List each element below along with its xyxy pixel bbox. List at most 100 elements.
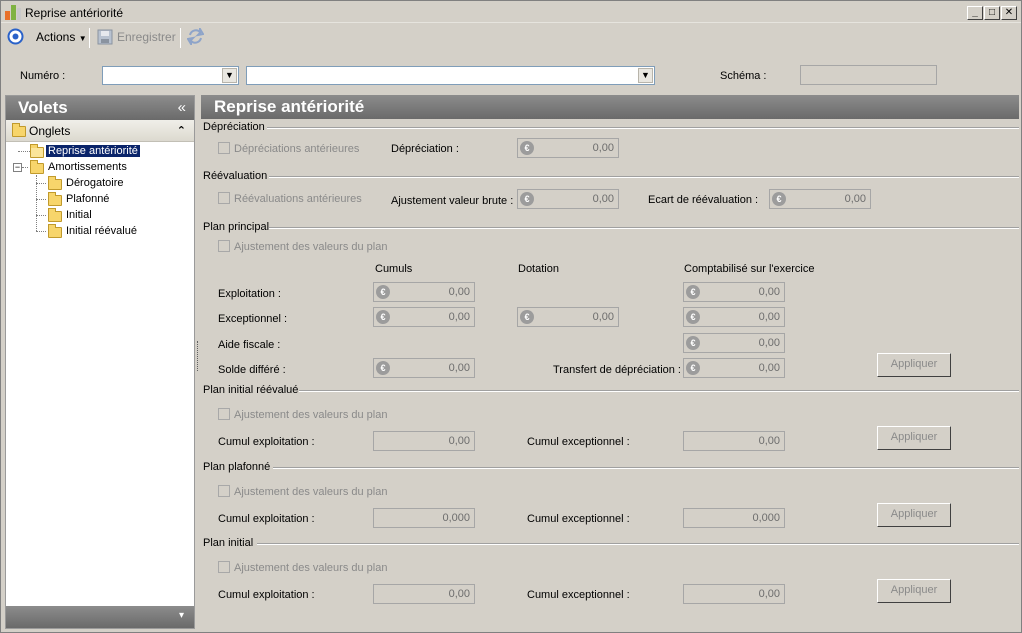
plan-initial-ajustement-label: Ajustement des valeurs du plan xyxy=(234,562,388,574)
depreciation-label: Dépréciation : xyxy=(391,143,459,155)
tree-item-initial-reevalue[interactable]: Initial réévalué xyxy=(66,225,137,237)
aide-fiscale-field[interactable]: € 0,00 xyxy=(683,333,785,353)
panel-splitter[interactable] xyxy=(197,341,199,371)
save-button[interactable]: Enregistrer xyxy=(117,30,176,44)
window-title: Reprise antériorité xyxy=(25,6,124,20)
folder-icon xyxy=(48,176,62,190)
chevron-down-icon[interactable]: ▼ xyxy=(638,68,653,83)
title-bar[interactable]: Reprise antériorité _ □ ✕ xyxy=(1,1,1021,23)
plan-initial-ajustement-checkbox[interactable] xyxy=(218,561,230,573)
refresh-icon[interactable] xyxy=(187,28,204,45)
euro-icon: € xyxy=(376,285,390,299)
onglets-bar[interactable]: Onglets ⌃ xyxy=(6,120,194,142)
tree-line xyxy=(36,199,46,200)
depreciation-amount-field[interactable]: € 0,00 xyxy=(517,138,619,158)
numero-combo[interactable]: ▼ xyxy=(102,66,239,85)
exceptionnel-label: Exceptionnel : xyxy=(218,313,288,325)
exceptionnel-comptabilise-field[interactable]: € 0,00 xyxy=(683,307,785,327)
page-title: Reprise antériorité xyxy=(214,97,365,116)
apply-button-plan-initial[interactable]: Appliquer xyxy=(877,579,951,603)
volets-panel: Volets « Onglets ⌃ Reprise antériorité −… xyxy=(5,95,195,629)
section-divider xyxy=(257,543,1019,545)
apply-button-plan-initial-reevalue[interactable]: Appliquer xyxy=(877,426,951,450)
plan-plafonne-cumul-exploitation-field[interactable]: 0,000 xyxy=(373,508,475,528)
cumul-exceptionnel-label: Cumul exceptionnel : xyxy=(527,436,630,448)
euro-icon: € xyxy=(376,310,390,324)
folder-icon xyxy=(48,224,62,238)
plan-principal-ajustement-label: Ajustement des valeurs du plan xyxy=(234,241,388,253)
solde-differe-label: Solde différé : xyxy=(218,364,286,376)
minimize-button[interactable]: _ xyxy=(967,6,983,20)
euro-icon: € xyxy=(772,192,786,206)
actions-menu-button[interactable]: Actions ▼ xyxy=(36,30,87,44)
volets-footer[interactable]: ▾ xyxy=(6,606,194,628)
plan-initial-cumul-exploitation-field[interactable]: 0,00 xyxy=(373,584,475,604)
plan-initial-cumul-exceptionnel-field[interactable]: 0,00 xyxy=(683,584,785,604)
euro-icon: € xyxy=(686,361,700,375)
solde-differe-cumul-field[interactable]: € 0,00 xyxy=(373,358,475,378)
exceptionnel-cumul-field[interactable]: € 0,00 xyxy=(373,307,475,327)
reevaluations-anterieures-checkbox[interactable] xyxy=(218,192,230,204)
ecart-reevaluation-label: Ecart de réévaluation : xyxy=(648,194,759,206)
folder-icon xyxy=(12,123,26,137)
euro-icon: € xyxy=(520,141,534,155)
toolbar-separator xyxy=(180,28,181,48)
section-divider xyxy=(273,467,1019,469)
tree-line xyxy=(36,231,46,232)
plan-principal-ajustement-checkbox[interactable] xyxy=(218,240,230,252)
euro-icon: € xyxy=(520,192,534,206)
toolbar-separator xyxy=(89,28,90,48)
numero-description-combo[interactable]: ▼ xyxy=(246,66,655,85)
collapse-left-icon[interactable]: « xyxy=(178,99,186,116)
aide-fiscale-label: Aide fiscale : xyxy=(218,339,281,351)
ajustement-valeur-brute-field[interactable]: € 0,00 xyxy=(517,189,619,209)
plan-initial-reevalue-ajustement-checkbox[interactable] xyxy=(218,408,230,420)
plan-initial-reevalue-cumul-exceptionnel-field[interactable]: 0,00 xyxy=(683,431,785,451)
folder-icon xyxy=(48,192,62,206)
schema-label: Schéma : xyxy=(720,70,767,82)
exploitation-cumul-field[interactable]: € 0,00 xyxy=(373,282,475,302)
numero-label: Numéro : xyxy=(20,70,66,82)
column-header-dotation: Dotation xyxy=(518,263,559,275)
section-title-plan-plafonne: Plan plafonné xyxy=(203,461,271,473)
transfert-depreciation-field[interactable]: € 0,00 xyxy=(683,358,785,378)
tree-item-derogatoire[interactable]: Dérogatoire xyxy=(66,177,123,189)
schema-field[interactable] xyxy=(800,65,937,85)
plan-initial-reevalue-cumul-exploitation-field[interactable]: 0,00 xyxy=(373,431,475,451)
tree-line xyxy=(36,215,46,216)
section-divider xyxy=(269,227,1019,229)
apply-button-plan-plafonne[interactable]: Appliquer xyxy=(877,503,951,527)
euro-icon: € xyxy=(686,336,700,350)
column-header-comptabilise: Comptabilisé sur l'exercice xyxy=(684,263,815,275)
plan-plafonne-ajustement-checkbox[interactable] xyxy=(218,485,230,497)
depreciations-anterieures-checkbox[interactable] xyxy=(218,142,230,154)
cumul-exploitation-label: Cumul exploitation : xyxy=(218,589,315,601)
tree-item-plafonne[interactable]: Plafonné xyxy=(66,193,109,205)
euro-icon: € xyxy=(686,310,700,324)
plan-plafonne-cumul-exceptionnel-field[interactable]: 0,000 xyxy=(683,508,785,528)
tree-item-reprise-anteriorite[interactable]: Reprise antériorité xyxy=(46,145,140,157)
depreciations-anterieures-label: Dépréciations antérieures xyxy=(234,143,360,155)
plan-plafonne-ajustement-label: Ajustement des valeurs du plan xyxy=(234,486,388,498)
exploitation-label: Exploitation : xyxy=(218,288,281,300)
section-title-reevaluation: Réévaluation xyxy=(203,170,268,182)
chevron-down-icon[interactable]: ▾ xyxy=(179,610,184,621)
tree-item-amortissements[interactable]: Amortissements xyxy=(48,161,127,173)
exceptionnel-dotation-field[interactable]: € 0,00 xyxy=(517,307,619,327)
chevron-down-icon[interactable]: ▼ xyxy=(222,68,237,83)
apply-button-plan-principal[interactable]: Appliquer xyxy=(877,353,951,377)
maximize-button[interactable]: □ xyxy=(984,6,1000,20)
exploitation-comptabilise-field[interactable]: € 0,00 xyxy=(683,282,785,302)
app-window: Reprise antériorité _ □ ✕ Actions ▼ Enre… xyxy=(0,0,1022,633)
transfert-depreciation-label: Transfert de dépréciation : xyxy=(553,364,681,376)
chevron-up-icon[interactable]: ⌃ xyxy=(177,124,186,137)
tree-item-initial[interactable]: Initial xyxy=(66,209,92,221)
tree-line xyxy=(18,151,30,152)
ecart-reevaluation-field[interactable]: € 0,00 xyxy=(769,189,871,209)
column-header-cumuls: Cumuls xyxy=(375,263,413,275)
navigation-circle-icon[interactable] xyxy=(7,28,24,45)
tree-collapse-icon[interactable]: − xyxy=(13,163,22,172)
close-button[interactable]: ✕ xyxy=(1001,6,1017,20)
section-title-plan-principal: Plan principal xyxy=(203,221,270,233)
volets-title: Volets xyxy=(18,98,68,117)
